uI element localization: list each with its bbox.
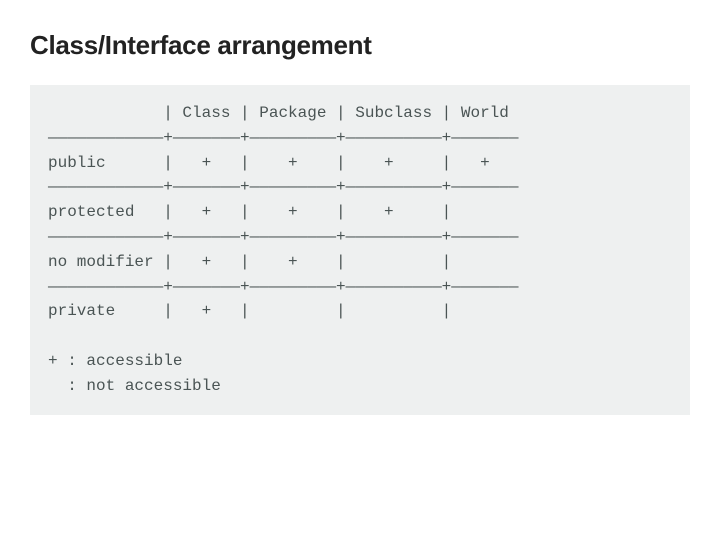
- table-row: protected | + | + | + |: [48, 203, 451, 221]
- table-row: public | + | + | + | +: [48, 154, 490, 172]
- page-title: Class/Interface arrangement: [30, 30, 690, 61]
- table-separator: ————————————+———————+—————————+—————————…: [48, 129, 518, 147]
- table-separator: ————————————+———————+—————————+—————————…: [48, 178, 518, 196]
- legend-line: : not accessible: [48, 377, 221, 395]
- table-row: private | + | | |: [48, 302, 451, 320]
- legend-line: + : accessible: [48, 352, 182, 370]
- table-header-row: | Class | Package | Subclass | World: [48, 104, 509, 122]
- table-separator: ————————————+———————+—————————+—————————…: [48, 278, 518, 296]
- table-row: no modifier | + | + | |: [48, 253, 451, 271]
- table-separator: ————————————+———————+—————————+—————————…: [48, 228, 518, 246]
- access-modifier-table: | Class | Package | Subclass | World ———…: [30, 85, 690, 415]
